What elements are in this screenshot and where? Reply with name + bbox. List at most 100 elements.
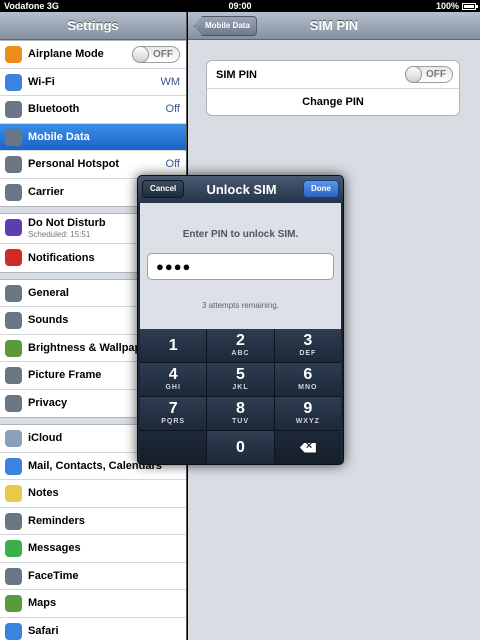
dialog-nav-bar: Cancel Unlock SIM Done xyxy=(138,176,343,203)
sidebar-item-value: WM xyxy=(160,75,180,88)
change-pin-label: Change PIN xyxy=(302,96,364,108)
page-title: SIM PIN xyxy=(309,18,359,33)
sidebar-item-bluetooth[interactable]: Bluetooth Off xyxy=(0,96,186,124)
key-0[interactable]: 0 xyxy=(207,431,274,464)
sim-pin-label: SIM PIN xyxy=(216,68,257,81)
battery-icon xyxy=(462,2,478,10)
sidebar-item-mobile-data[interactable]: Mobile Data xyxy=(0,123,186,151)
facetime-icon xyxy=(5,567,22,585)
key-5[interactable]: 5 JKL xyxy=(207,363,274,396)
hotspot-icon xyxy=(5,156,22,173)
mail-icon xyxy=(5,457,22,475)
attempts-remaining: 3 attempts remaining. xyxy=(202,301,279,310)
sidebar-title: Settings xyxy=(0,12,186,40)
sidebar-item-label: Personal Hotspot xyxy=(28,158,120,171)
key-2[interactable]: 2 ABC xyxy=(207,329,274,362)
airplane-mode-toggle[interactable]: OFF xyxy=(132,46,180,63)
key-digit: 3 xyxy=(303,332,313,349)
battery-indicator: 100% xyxy=(435,0,478,12)
key-digit: 5 xyxy=(236,366,245,383)
status-bar: Vodafone 3G 09:00 100% xyxy=(0,0,480,12)
sidebar-item-wi-fi[interactable]: Wi-Fi WM xyxy=(0,69,186,96)
battery-percent: 100% xyxy=(435,1,459,11)
wifi-icon xyxy=(5,73,22,91)
sidebar-item-label: Do Not Disturb xyxy=(28,217,106,229)
pin-prompt: Enter PIN to unlock SIM. xyxy=(182,229,299,240)
key-letters: JKL xyxy=(232,384,249,391)
sidebar-item-facetime[interactable]: FaceTime xyxy=(0,563,186,590)
messages-icon xyxy=(5,540,22,557)
speaker-icon xyxy=(5,312,22,329)
sidebar-item-label: Carrier xyxy=(28,186,65,199)
backspace-icon xyxy=(299,442,316,453)
sidebar-item-label: iCloud xyxy=(28,432,63,445)
key-digit: 0 xyxy=(236,438,245,456)
sidebar-item-label: Wi-Fi xyxy=(28,75,55,88)
key-letters: DEF xyxy=(299,350,317,357)
key-digit: 2 xyxy=(236,332,245,349)
moon-icon xyxy=(5,219,22,236)
sim-pin-group: SIM PIN OFF Change PIN xyxy=(206,60,460,116)
key-digit: 1 xyxy=(168,336,178,354)
sidebar-item-label: Messages xyxy=(28,542,81,555)
key-4[interactable]: 4 GHI xyxy=(140,363,207,396)
key-3[interactable]: 3 DEF xyxy=(274,329,341,362)
phone-icon xyxy=(5,183,22,201)
key-digit: 9 xyxy=(303,400,313,417)
key-digit: 6 xyxy=(303,366,313,383)
key-digit: 7 xyxy=(168,400,178,417)
picture-icon xyxy=(5,367,22,384)
maps-icon xyxy=(5,595,22,612)
toggle-knob xyxy=(405,66,422,83)
delete-key[interactable] xyxy=(274,431,341,464)
sidebar-item-subtitle: Scheduled: 15:51 xyxy=(28,230,91,239)
key-digit: 8 xyxy=(236,400,245,417)
sidebar-item-label: Mobile Data xyxy=(28,130,90,143)
key-letters: ABC xyxy=(231,350,250,357)
clock: 09:00 xyxy=(228,1,252,11)
change-pin-button[interactable]: Change PIN xyxy=(207,88,459,115)
notes-icon xyxy=(5,485,22,502)
numeric-keypad: 1 2 ABC 3 DEF 4 GHI 5 JKL 6 MNO 7 PQRS 8 TUV 9 WXYZ 0 xyxy=(140,329,341,464)
sidebar-item-label: Sounds xyxy=(28,314,69,327)
notifications-icon xyxy=(5,249,22,266)
key-9[interactable]: 9 WXYZ xyxy=(274,397,341,430)
key-letters: WXYZ xyxy=(295,418,320,425)
sidebar-item-label: FaceTime xyxy=(28,569,79,582)
sidebar-item-safari[interactable]: Safari xyxy=(0,618,186,640)
pin-input[interactable]: ●●●● xyxy=(147,253,334,280)
cloud-icon xyxy=(5,430,22,447)
sim-pin-toggle[interactable]: OFF xyxy=(405,66,453,83)
sidebar-item-reminders[interactable]: Reminders xyxy=(0,508,186,535)
sidebar-item-messages[interactable]: Messages xyxy=(0,535,186,563)
sidebar-item-label: Reminders xyxy=(28,514,85,527)
done-button[interactable]: Done xyxy=(303,180,339,198)
key-7[interactable]: 7 PQRS xyxy=(140,397,207,430)
compass-icon xyxy=(5,622,22,640)
sidebar-item-label: Maps xyxy=(28,597,57,610)
sidebar-item-label: Notes xyxy=(28,487,59,500)
key-letters: PQRS xyxy=(161,418,186,425)
sidebar-item-label: Picture Frame xyxy=(28,369,102,382)
sidebar-item-maps[interactable]: Maps xyxy=(0,590,186,618)
key-6[interactable]: 6 MNO xyxy=(274,363,341,396)
sidebar-item-label: Privacy xyxy=(28,397,68,410)
sidebar-item-airplane-mode[interactable]: Airplane Mode OFF xyxy=(0,41,186,69)
sidebar-item-label: Safari xyxy=(28,625,59,638)
toggle-state: OFF xyxy=(153,49,173,60)
sidebar-item-label: Notifications xyxy=(28,251,95,264)
sidebar-item-label: Airplane Mode xyxy=(28,48,104,61)
reminders-icon xyxy=(5,512,22,530)
key-1[interactable]: 1 xyxy=(140,329,207,362)
key-letters: GHI xyxy=(165,384,181,391)
sidebar-item-label: General xyxy=(28,286,69,299)
hand-icon xyxy=(5,394,22,412)
sidebar-item-notes[interactable]: Notes xyxy=(0,480,186,508)
bluetooth-icon xyxy=(5,101,22,118)
key-digit: 4 xyxy=(168,366,178,383)
blank-key xyxy=(140,431,207,464)
key-letters: TUV xyxy=(231,418,249,425)
detail-nav-bar: Mobile Data SIM PIN xyxy=(188,12,480,40)
key-8[interactable]: 8 TUV xyxy=(207,397,274,430)
gear-icon xyxy=(5,284,22,302)
